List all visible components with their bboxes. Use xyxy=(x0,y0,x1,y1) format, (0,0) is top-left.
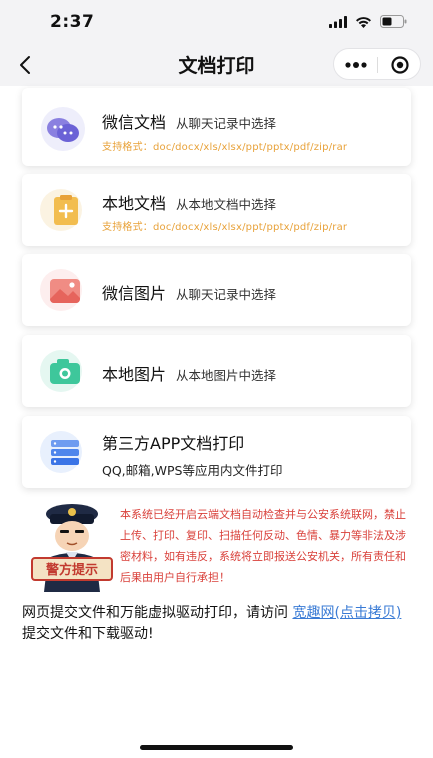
option-subtitle: 从本地文档中选择 xyxy=(176,197,277,212)
option-subtitle: 从聊天记录中选择 xyxy=(176,116,277,131)
footer-text-after: 提交文件和下载驱动! xyxy=(22,626,154,642)
option-wechat-image[interactable]: 微信图片 从聊天记录中选择 xyxy=(22,254,411,326)
status-bar: 2:37 xyxy=(0,0,433,44)
option-title-row: 本地文档 从本地文档中选择 xyxy=(102,190,276,214)
more-icon[interactable] xyxy=(345,62,367,68)
capsule-divider xyxy=(377,57,378,73)
option-title: 本地文档 xyxy=(102,194,167,213)
option-description: QQ,邮箱,WPS等应用内文件打印 xyxy=(102,463,283,478)
content-area: 微信文档 从聊天记录中选择 支持格式：doc/docx/xls/xlsx/ppt/… xyxy=(0,86,433,758)
option-local-image[interactable]: 本地图片 从本地图片中选择 xyxy=(22,335,411,407)
nav-bar: 文档打印 xyxy=(0,44,433,86)
status-time: 2:37 xyxy=(50,12,95,32)
option-subtitle: 从聊天记录中选择 xyxy=(176,287,277,302)
option-subtitle: 从本地图片中选择 xyxy=(176,368,277,383)
battery-icon xyxy=(380,15,407,28)
option-wechat-document[interactable]: 微信文档 从聊天记录中选择 支持格式：doc/docx/xls/xlsx/ppt/… xyxy=(22,88,411,166)
footer-text: 网页提交文件和万能虚拟驱动打印，请访问 宽趣网(点击拷贝) 提交文件和下载驱动! xyxy=(22,603,414,645)
option-title: 微信文档 xyxy=(102,113,167,132)
wifi-icon xyxy=(356,16,371,28)
wechat-chat-icon xyxy=(41,107,85,151)
home-indicator xyxy=(140,745,293,750)
footer-text-before: 网页提交文件和万能虚拟驱动打印，请访问 xyxy=(22,605,293,621)
option-title-row: 本地图片 从本地图片中选择 xyxy=(102,361,276,385)
option-third-party-app[interactable]: 第三方APP文档打印 QQ,邮箱,WPS等应用内文件打印 xyxy=(22,416,411,488)
option-title: 本地图片 xyxy=(102,365,167,384)
option-title: 第三方APP文档打印 xyxy=(102,434,245,453)
image-icon xyxy=(40,269,82,311)
police-warning-illustration: 警方提示 xyxy=(31,504,113,592)
close-target-icon[interactable] xyxy=(391,56,409,74)
camera-icon xyxy=(40,350,82,392)
supported-formats: 支持格式：doc/docx/xls/xlsx/ppt/pptx/pdf/zip/… xyxy=(102,222,348,233)
supported-formats: 支持格式：doc/docx/xls/xlsx/ppt/pptx/pdf/zip/… xyxy=(102,142,348,153)
option-title: 微信图片 xyxy=(102,284,167,303)
option-local-document[interactable]: 本地文档 从本地文档中选择 支持格式：doc/docx/xls/xlsx/ppt/… xyxy=(22,174,411,246)
warning-badge-text: 警方提示 xyxy=(46,562,98,578)
local-file-icon xyxy=(40,189,82,231)
option-title-row: 微信文档 从聊天记录中选择 xyxy=(102,109,276,133)
option-title-row: 微信图片 从聊天记录中选择 xyxy=(102,280,276,304)
status-icons xyxy=(329,15,407,28)
miniprogram-capsule xyxy=(333,48,421,80)
copy-link[interactable]: 宽趣网(点击拷贝) xyxy=(292,605,401,621)
signal-icon xyxy=(329,15,347,28)
warning-text: 本系统已经开启云端文档自动检查并与公安系统联网，禁止上传、打印、复印、扫描任何反… xyxy=(120,508,406,584)
server-icon xyxy=(40,431,82,473)
